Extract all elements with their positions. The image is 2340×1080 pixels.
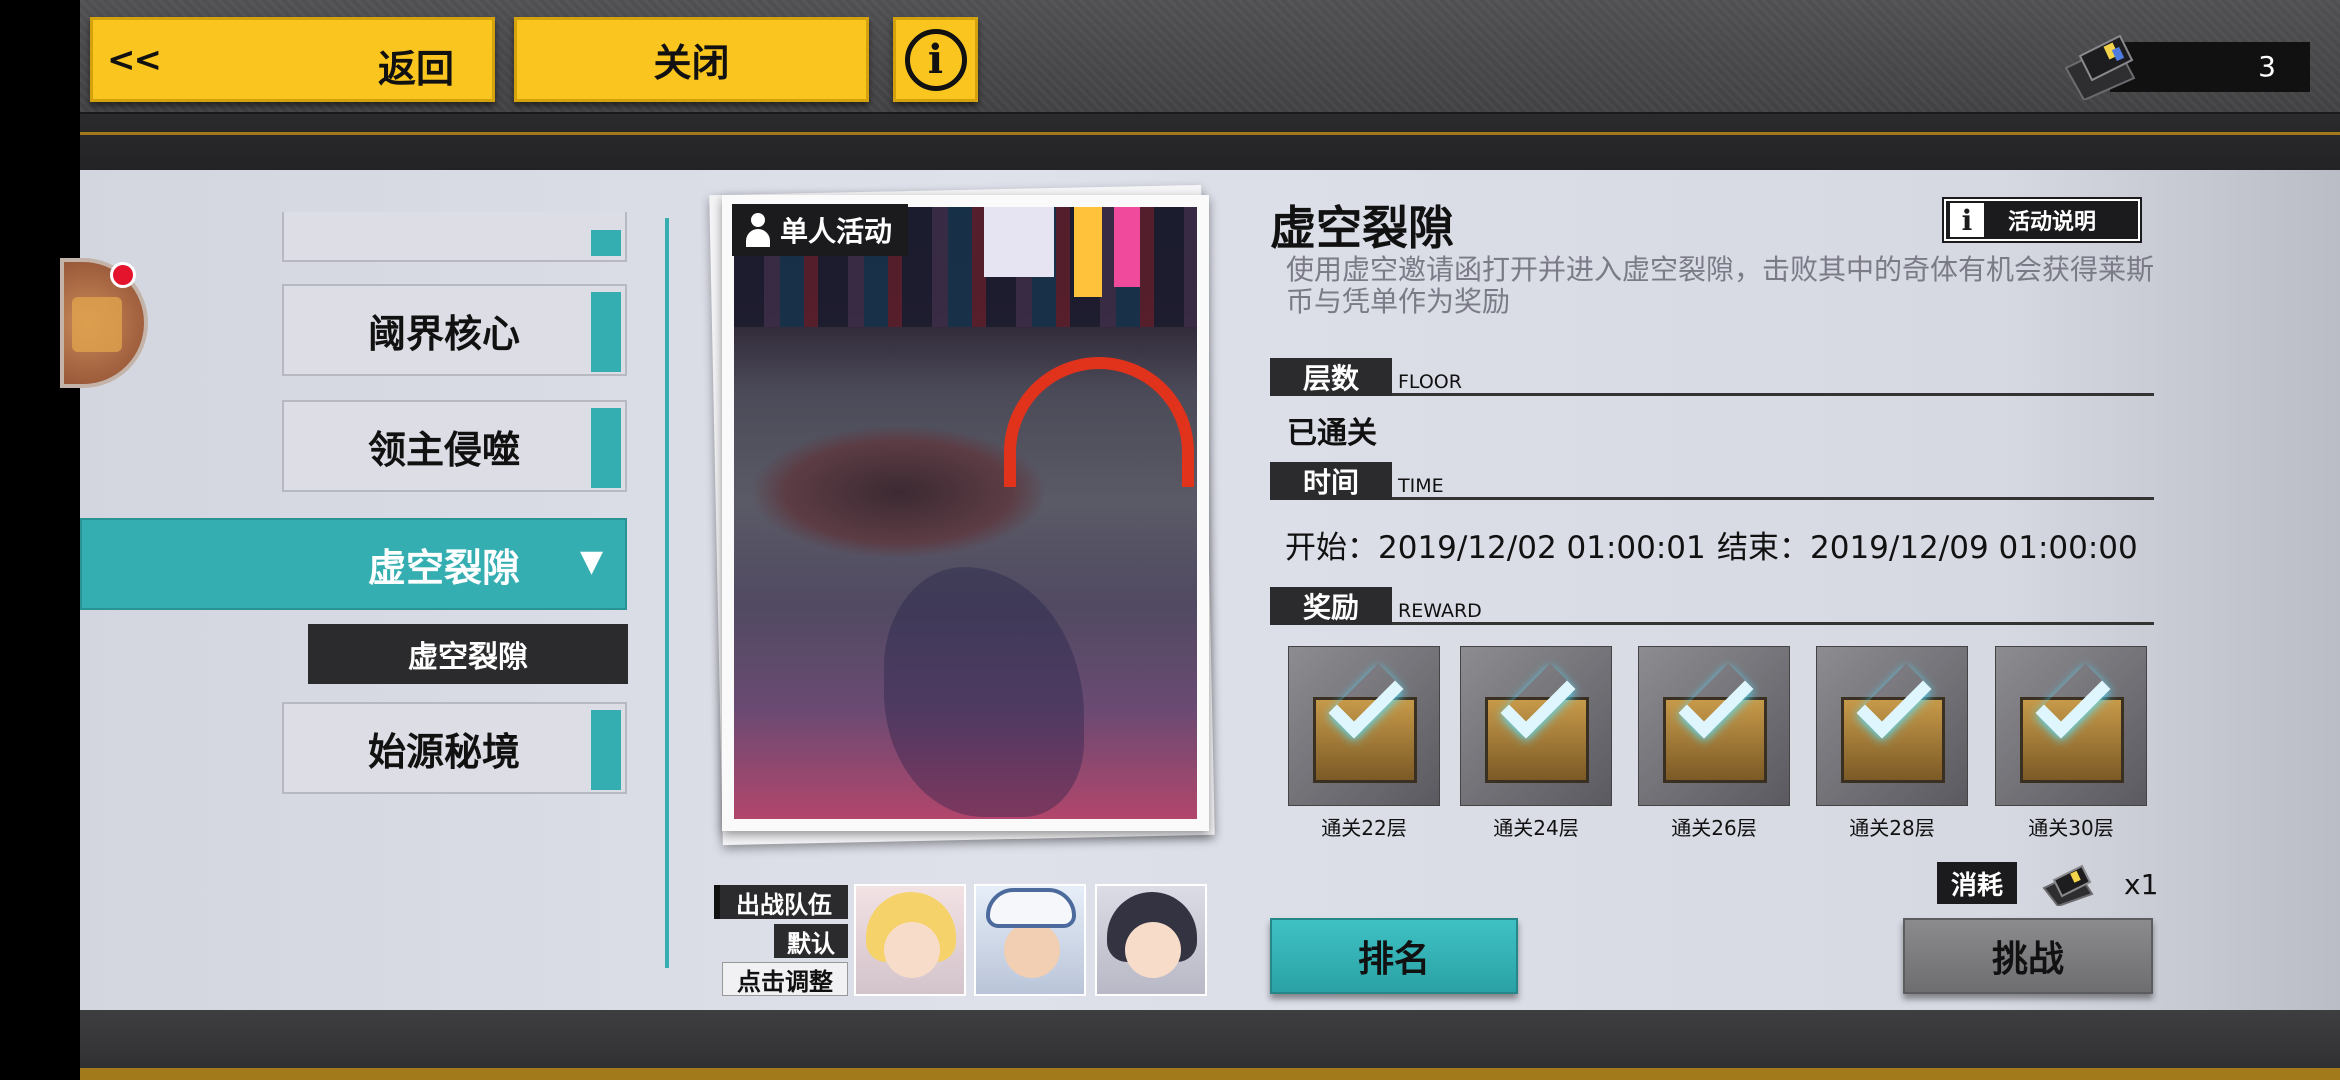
sidebar-item-lord-devour[interactable]: 领主侵噬 xyxy=(282,400,627,492)
checkmark-crate-icon xyxy=(1288,646,1440,806)
top-bar-stripe xyxy=(80,112,2340,170)
ranking-label: 排名 xyxy=(1357,939,1430,980)
back-button[interactable]: << 返回 xyxy=(90,17,495,102)
solo-event-tag: 单人活动 xyxy=(732,204,908,256)
reward-heading-en: REWARD xyxy=(1398,600,1482,622)
ticket-counter: 3 xyxy=(2040,30,2310,100)
team-member-avatar[interactable] xyxy=(1095,884,1207,996)
reward-item[interactable]: 通关28层 xyxy=(1816,646,1968,842)
screen-bezel xyxy=(0,0,80,1080)
ticket-icon xyxy=(2042,864,2094,906)
close-label: 关闭 xyxy=(653,41,730,85)
cost-quantity: x1 xyxy=(2124,868,2159,901)
event-artwork xyxy=(734,207,1197,819)
reward-item[interactable]: 通关24层 xyxy=(1460,646,1612,842)
event-rules-label: 活动说明 xyxy=(2008,210,2097,235)
sidebar-item-void-rift[interactable]: 虚空裂隙 ▼ xyxy=(80,518,627,610)
team-adjust-button[interactable]: 点击调整 xyxy=(722,962,848,996)
person-icon xyxy=(746,213,770,247)
notification-dot xyxy=(110,262,136,288)
challenge-label: 挑战 xyxy=(1991,939,2064,980)
event-title: 虚空裂隙 xyxy=(1270,201,1454,255)
cost-label: 消耗 xyxy=(1937,862,2017,904)
info-icon: i xyxy=(1950,203,1984,237)
reward-item[interactable]: 通关22层 xyxy=(1288,646,1440,842)
team-member-avatar[interactable] xyxy=(974,884,1086,996)
floor-section-header: 层数 FLOOR xyxy=(1270,358,2154,396)
reward-item[interactable]: 通关30层 xyxy=(1995,646,2147,842)
sidebar-item-threshold-core[interactable]: 阈界核心 xyxy=(282,284,627,376)
reward-label: 通关22层 xyxy=(1321,816,1407,840)
floor-heading: 层数 xyxy=(1270,358,1392,396)
event-card xyxy=(722,195,1209,831)
sidebar-item-origin-realm[interactable]: 始源秘境 xyxy=(282,702,627,794)
reward-label: 通关26层 xyxy=(1671,816,1757,840)
sidebar-item-label: 阈界核心 xyxy=(368,311,521,356)
sidebar-item-label: 虚空裂隙 xyxy=(368,545,521,590)
checkmark-crate-icon xyxy=(1995,646,2147,806)
sidebar-item-label: 领主侵噬 xyxy=(368,427,521,472)
floor-heading-en: FLOOR xyxy=(1398,371,1462,393)
chevron-back-icon: << xyxy=(107,40,162,80)
team-title: 出战队伍 xyxy=(714,885,848,919)
bottom-bar xyxy=(80,1010,2340,1080)
checkmark-crate-icon xyxy=(1638,646,1790,806)
reward-label: 通关30层 xyxy=(2028,816,2114,840)
floor-status: 已通关 xyxy=(1287,416,1377,451)
reward-section-header: 奖励 REWARD xyxy=(1270,587,2154,625)
sidebar-item-label: 始源秘境 xyxy=(368,729,521,774)
event-rules-button[interactable]: i 活动说明 xyxy=(1942,197,2142,243)
ranking-button[interactable]: 排名 xyxy=(1270,918,1518,994)
time-heading-en: TIME xyxy=(1398,475,1444,497)
info-icon: i xyxy=(904,28,967,91)
time-section-header: 时间 TIME xyxy=(1270,462,2154,500)
divider-line xyxy=(665,218,669,968)
info-button[interactable]: i xyxy=(893,17,978,102)
team-preset: 默认 xyxy=(774,924,848,958)
time-heading: 时间 xyxy=(1270,462,1392,500)
checkmark-crate-icon xyxy=(1460,646,1612,806)
solo-event-label: 单人活动 xyxy=(780,215,893,248)
sidebar-item-partial[interactable] xyxy=(282,212,627,262)
back-label: 返回 xyxy=(378,47,455,91)
event-description: 使用虚空邀请函打开并进入虚空裂隙，击败其中的奇体有机会获得莱斯币与凭单作为奖励 xyxy=(1286,253,2155,318)
start-time: 开始：2019/12/02 01:00:01 xyxy=(1285,530,1706,566)
end-time: 结束：2019/12/09 01:00:00 xyxy=(1717,530,2138,566)
sidebar-subitem-void-rift[interactable]: 虚空裂隙 xyxy=(308,624,628,684)
close-button[interactable]: 关闭 xyxy=(514,17,869,102)
dropdown-arrow-icon: ▼ xyxy=(580,544,604,579)
checkmark-crate-icon xyxy=(1816,646,1968,806)
challenge-button[interactable]: 挑战 xyxy=(1903,918,2153,994)
sidebar-subitem-label: 虚空裂隙 xyxy=(408,640,528,675)
reward-item[interactable]: 通关26层 xyxy=(1638,646,1790,842)
ticket-icon xyxy=(2064,34,2136,100)
ticket-count: 3 xyxy=(2110,42,2310,92)
reward-label: 通关28层 xyxy=(1849,816,1935,840)
reward-label: 通关24层 xyxy=(1493,816,1579,840)
reward-heading: 奖励 xyxy=(1270,587,1392,625)
team-member-avatar[interactable] xyxy=(854,884,966,996)
